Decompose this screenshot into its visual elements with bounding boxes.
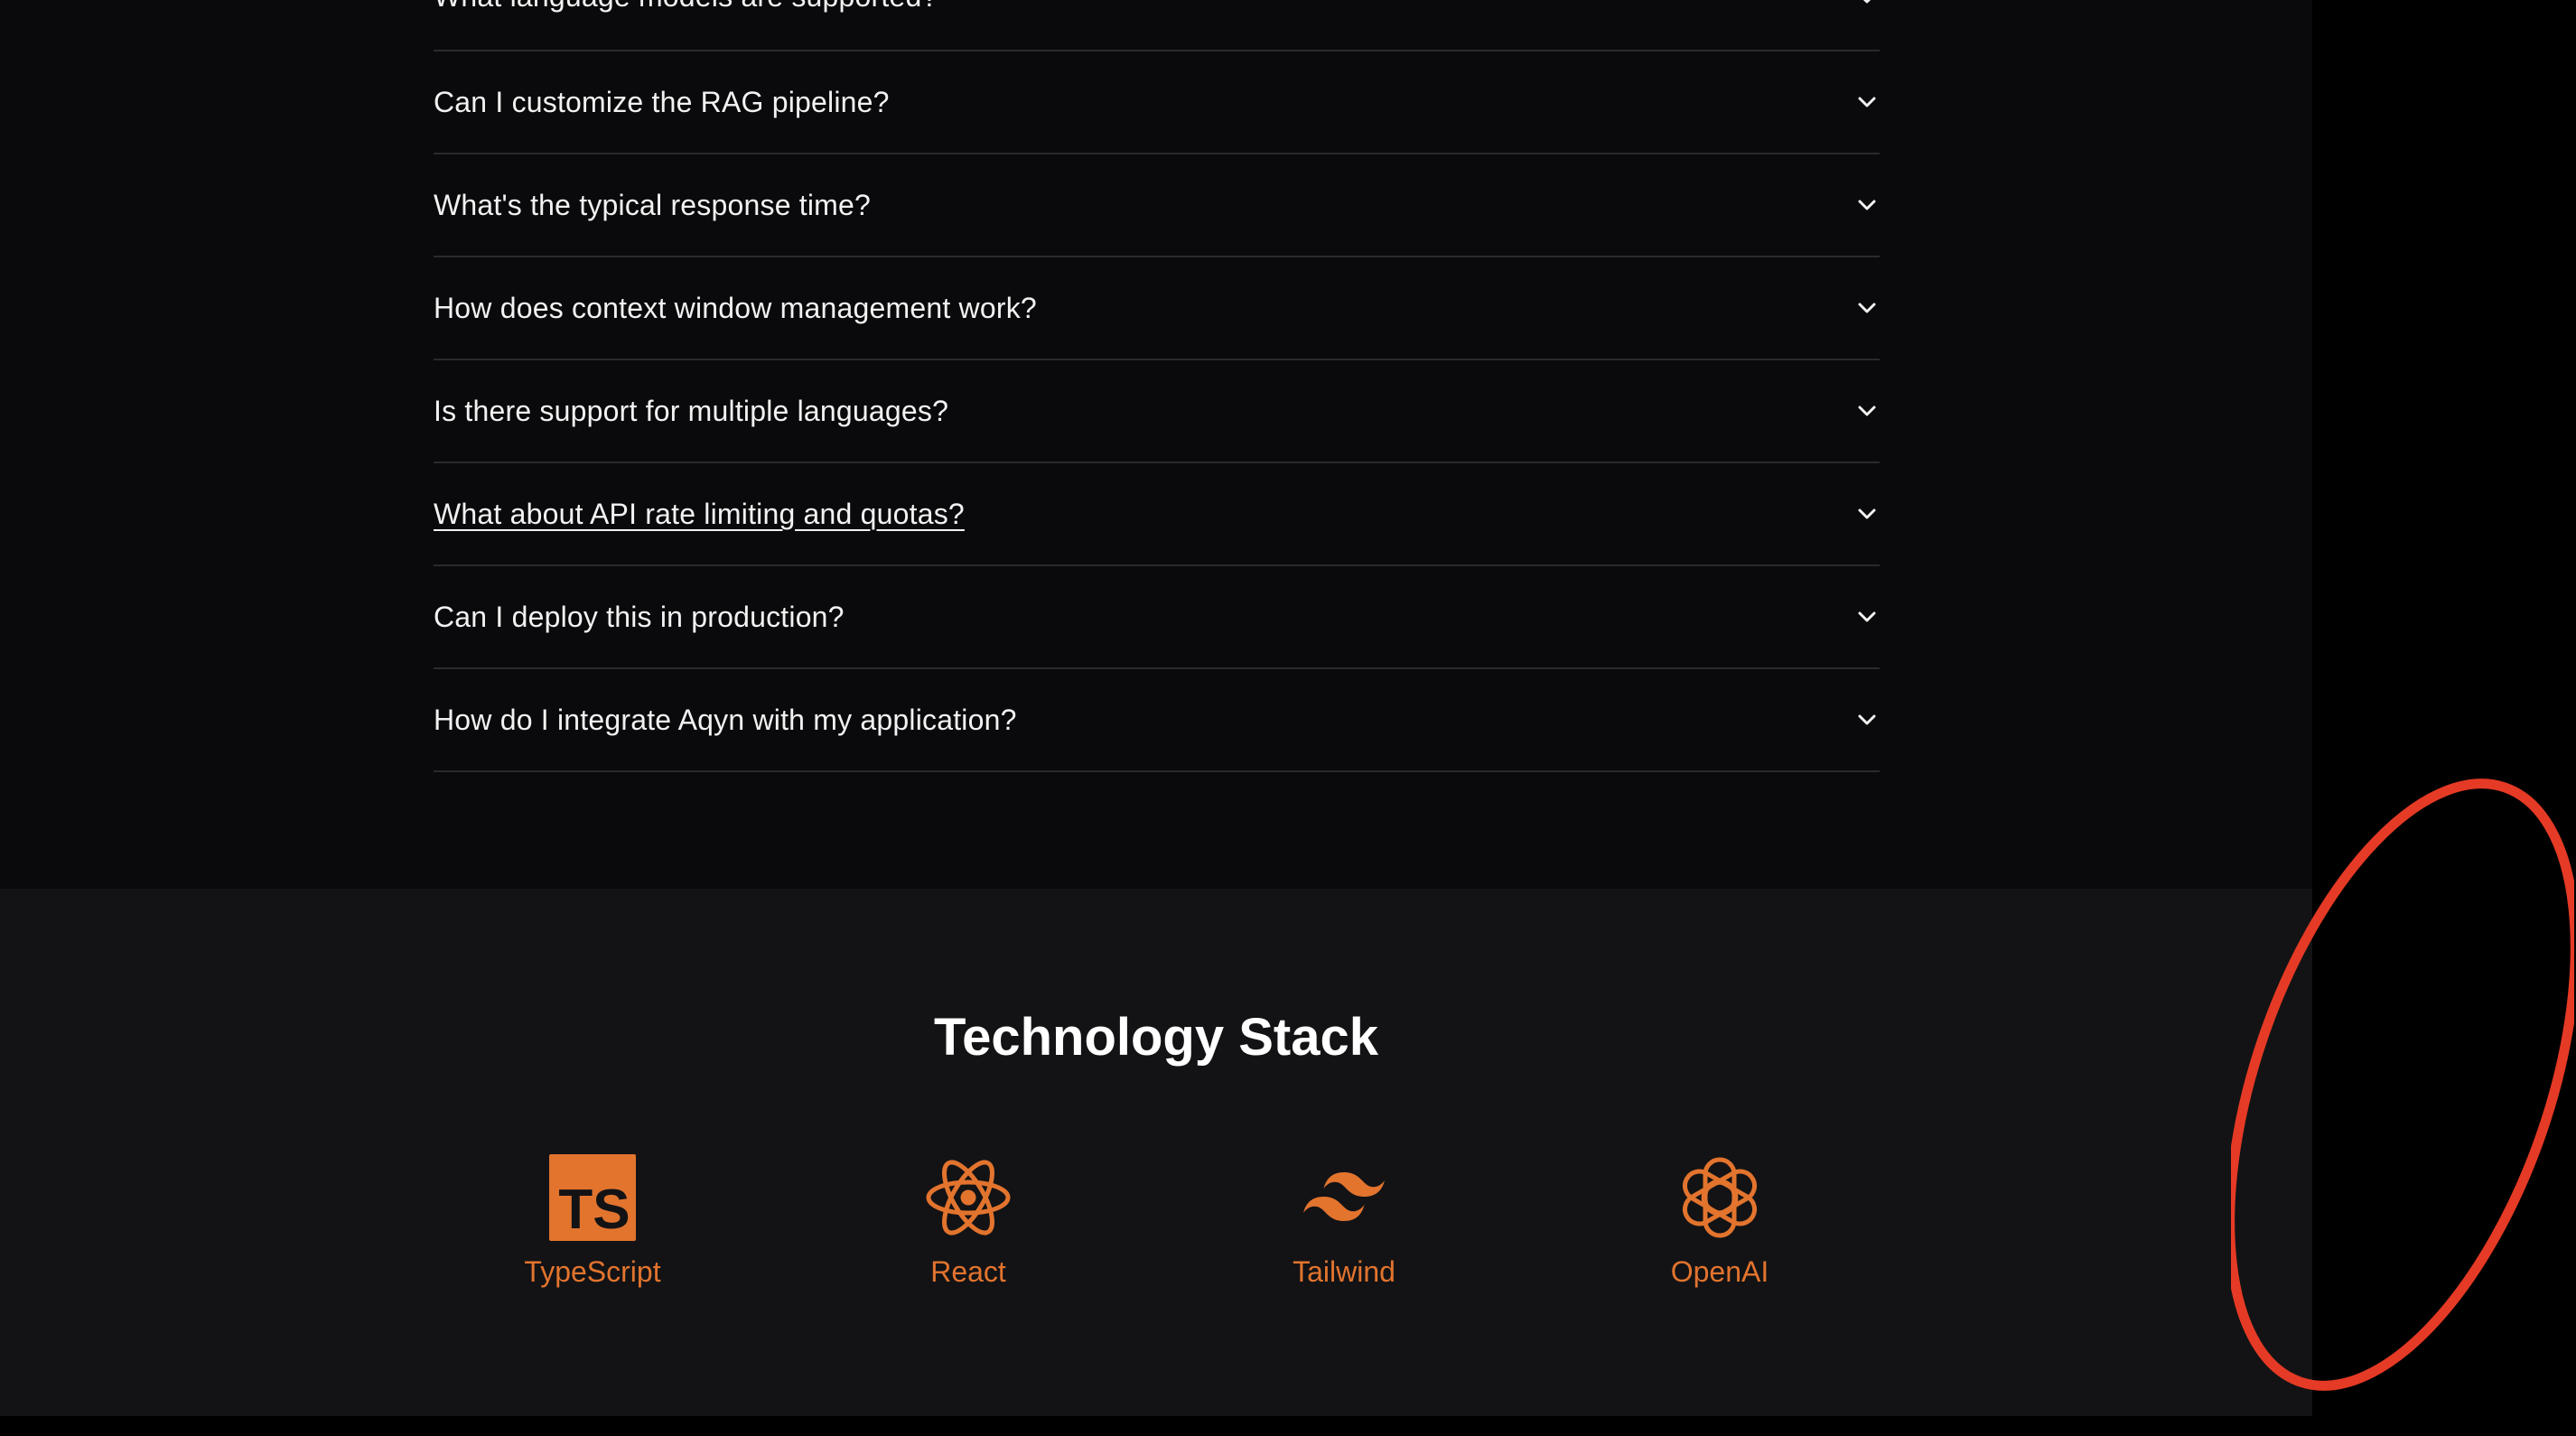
chevron-down-icon [1856,91,1878,113]
chevron-down-icon [1856,400,1878,422]
faq-question: Can I customize the RAG pipeline? [434,86,890,118]
tech-label: OpenAI [1670,1255,1769,1288]
faq-question: What's the typical response time? [434,189,872,221]
openai-icon [1676,1154,1763,1241]
chevron-down-icon [1856,0,1878,9]
technology-stack-section: Technology Stack TS TypeScript React Tai… [0,889,2312,1416]
react-icon [925,1154,1012,1241]
tech-label: React [930,1255,1006,1288]
faq-question: What language models are supported? [434,0,938,14]
tailwind-icon [1301,1154,1387,1241]
faq-item[interactable]: Is there support for multiple languages? [434,360,1880,463]
chevron-down-icon [1856,194,1878,216]
chevron-down-icon [1856,709,1878,731]
tech-label: TypeScript [524,1255,661,1288]
section-title: Technology Stack [933,1008,1379,1067]
faq-question: Is there support for multiple languages? [434,395,949,427]
faq-item[interactable]: What about API rate limiting and quotas? [434,463,1880,566]
tech-item-tailwind: Tailwind [1227,1154,1461,1290]
tech-item-openai: OpenAI [1602,1154,1837,1290]
faq-question: How do I integrate Aqyn with my applicat… [434,704,1017,736]
faq-question: How does context window management work? [434,292,1037,324]
faq-item[interactable]: Can I deploy this in production? [434,566,1880,669]
faq-question: Can I deploy this in production? [434,601,845,633]
faq-item[interactable]: Can I customize the RAG pipeline? [434,51,1880,154]
tech-item-typescript: TS TypeScript [475,1154,710,1290]
faq-item[interactable]: How does context window management work? [434,257,1880,360]
chevron-down-icon [1856,606,1878,628]
chevron-down-icon [1856,503,1878,525]
faq-item[interactable]: What's the typical response time? [434,154,1880,257]
faq-item[interactable]: How do I integrate Aqyn with my applicat… [434,669,1880,772]
page: What language models are supported? Can … [0,0,2576,1436]
chevron-down-icon [1856,297,1878,319]
svg-text:TS: TS [558,1179,630,1241]
typescript-icon: TS [549,1154,636,1241]
faq-list: What language models are supported? Can … [434,0,1880,772]
tech-item-react: React [851,1154,1086,1290]
tech-label: Tailwind [1293,1255,1395,1288]
faq-question: What about API rate limiting and quotas? [434,498,965,530]
faq-item[interactable]: What language models are supported? [434,0,1880,51]
faq-section: What language models are supported? Can … [0,0,2312,889]
